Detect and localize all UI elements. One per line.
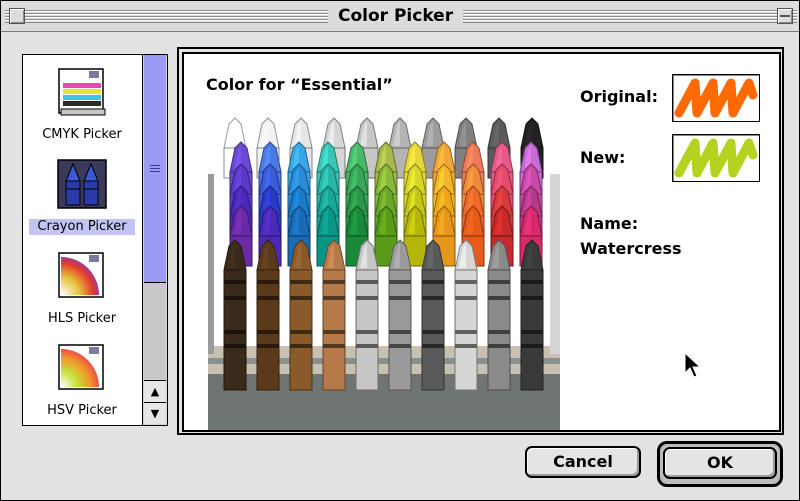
picker-item-cmyk[interactable]: CMYK Picker xyxy=(23,67,141,147)
original-label: Original: xyxy=(580,87,658,106)
ok-button[interactable]: OK xyxy=(663,447,777,479)
name-value: Watercress xyxy=(580,239,682,258)
collapse-box-icon[interactable] xyxy=(777,8,793,24)
crayon[interactable] xyxy=(355,239,379,391)
cancel-button[interactable]: Cancel xyxy=(525,446,641,478)
scroll-thumb[interactable] xyxy=(144,55,166,283)
crayon[interactable] xyxy=(421,239,445,391)
title-bar[interactable]: Color Picker xyxy=(1,1,799,32)
picker-list: CMYK Picker Crayon Picker HLS Picker HSV… xyxy=(22,54,168,426)
scroll-track[interactable] xyxy=(144,283,166,379)
crayon[interactable] xyxy=(454,239,478,391)
picker-label: CMYK Picker xyxy=(42,127,122,142)
picker-label: Crayon Picker xyxy=(29,219,135,235)
window-title: Color Picker xyxy=(328,4,464,28)
picker-item-crayon[interactable]: Crayon Picker xyxy=(23,159,141,239)
crayon[interactable] xyxy=(289,239,313,391)
name-label: Name: xyxy=(580,214,639,233)
hls-picker-icon xyxy=(58,252,104,298)
color-picker-window: Color Picker CMYK Picker Crayon Picker H… xyxy=(0,0,800,501)
color-for-label: Color for “Essential” xyxy=(206,75,393,94)
close-box-icon[interactable] xyxy=(9,8,25,24)
picker-item-hls[interactable]: HLS Picker xyxy=(23,251,141,331)
picker-label: HSV Picker xyxy=(47,403,117,418)
new-scribble xyxy=(674,138,758,178)
crayon[interactable] xyxy=(322,239,346,391)
crayon[interactable] xyxy=(256,239,280,391)
crayon[interactable] xyxy=(223,239,247,391)
new-color-swatch xyxy=(672,134,760,182)
crayon-picker-icon xyxy=(57,159,107,209)
cmyk-picker-icon xyxy=(58,68,106,116)
scroll-down-arrow-icon[interactable]: ▼ xyxy=(144,402,166,424)
crayon-box-side xyxy=(208,174,214,354)
crayon[interactable] xyxy=(487,239,511,391)
crayon[interactable] xyxy=(520,239,544,391)
picker-item-hsv[interactable]: HSV Picker xyxy=(23,343,141,423)
crayon-box-side xyxy=(550,174,560,354)
original-scribble xyxy=(674,78,758,118)
picker-list-scrollbar[interactable]: ▲ ▼ xyxy=(142,55,167,425)
scroll-grip-icon xyxy=(150,165,160,173)
new-label: New: xyxy=(580,148,626,167)
crayon-box[interactable] xyxy=(208,114,560,432)
hsv-picker-icon xyxy=(58,344,104,390)
scroll-up-arrow-icon[interactable]: ▲ xyxy=(144,380,166,402)
picker-label: HLS Picker xyxy=(47,311,117,326)
original-color-swatch xyxy=(672,74,760,122)
mouse-cursor-icon xyxy=(684,352,702,378)
crayon[interactable] xyxy=(388,239,412,391)
